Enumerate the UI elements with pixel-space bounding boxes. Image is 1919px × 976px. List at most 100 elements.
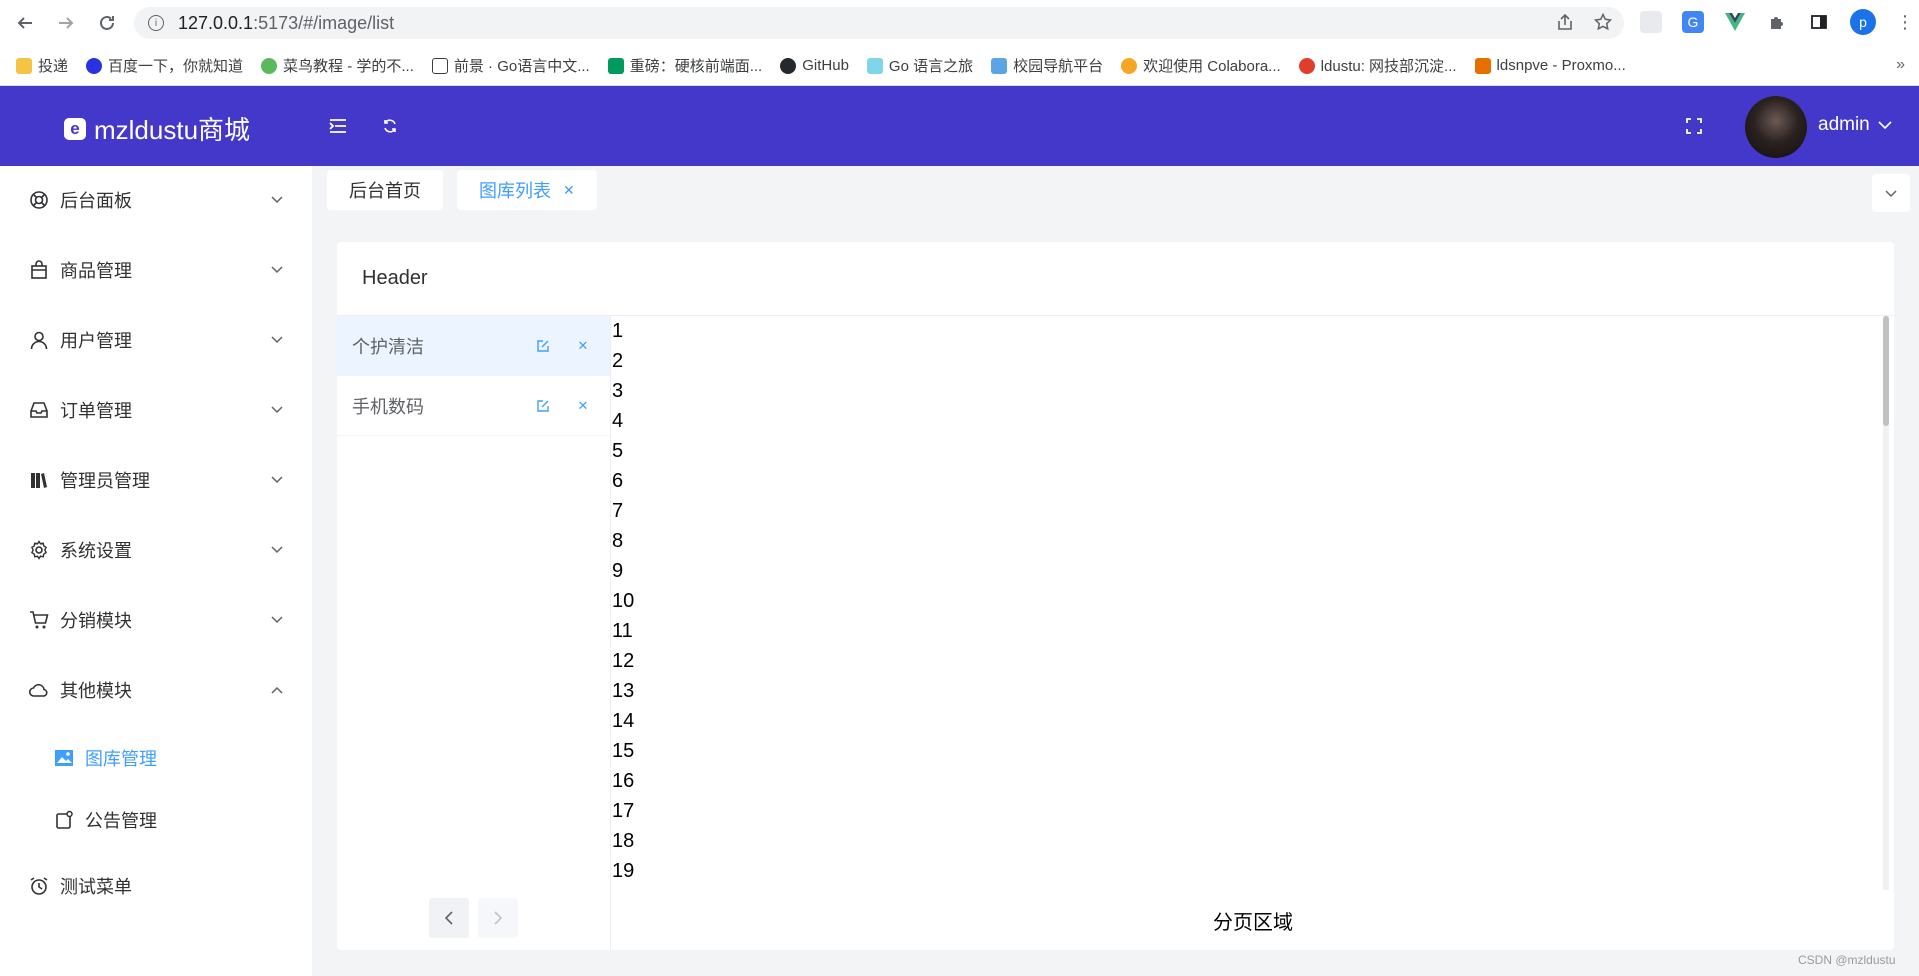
category-label: 手机数码 [352,396,424,417]
share-icon[interactable] [1556,13,1574,31]
shopping-cart-icon [28,609,50,631]
sidebar-subitem-notice[interactable]: 公告管理 [0,792,312,848]
tabs-more-dropdown[interactable] [1872,174,1910,212]
edit-icon[interactable] [535,338,551,354]
bookmark-star-icon[interactable] [1594,13,1612,31]
chevron-down-icon [271,406,283,414]
book-icon [431,57,448,74]
app-header: e mzldustu商城 admin [0,86,1919,166]
sidebar-item-settings[interactable]: 系统设置 [0,522,312,578]
close-icon[interactable]: ✕ [575,398,591,414]
tab-dashboard-home[interactable]: 后台首页 [327,170,443,210]
bookmark-item[interactable]: 菜鸟教程 - 学的不... [261,55,414,76]
bookmark-item[interactable]: 欢迎使用 Colabora... [1121,55,1281,76]
category-item[interactable]: 个护清洁 ✕ [337,316,610,376]
scroll-thumb[interactable] [1883,316,1889,426]
edit-icon[interactable] [535,398,551,414]
sidebar-subitem-gallery[interactable]: 图库管理 [0,730,312,786]
help-buoy-icon [28,189,50,211]
more-bookmarks-icon[interactable]: » [1896,56,1905,74]
extension-blank-icon[interactable] [1640,11,1662,33]
chevron-down-icon [271,196,283,204]
logo-text: mzldustu商城 [94,115,251,145]
sidebar-item-label: 其他模块 [60,681,132,701]
sidebar-item-test[interactable]: 测试菜单 [0,858,312,914]
close-icon[interactable]: ✕ [563,182,575,199]
browser-menu-icon[interactable]: ⋮ [1896,12,1914,33]
vue-devtools-icon[interactable] [1724,11,1746,33]
prev-page-button[interactable] [429,898,469,938]
chevron-down-icon [1878,120,1892,130]
gear-icon [28,539,50,561]
list-item: 14 [612,710,635,732]
category-item[interactable]: 手机数码 ✕ [337,376,610,436]
url-path: :5173/#/image/list [253,12,395,33]
browser-toolbar: i 127.0.0.1:5173/#/image/list G p ⋮ [0,0,1919,46]
next-page-button[interactable] [478,898,518,938]
sidebar-item-distribution[interactable]: 分销模块 [0,592,312,648]
sidebar-item-dashboard[interactable]: 后台面板 [0,172,312,228]
reload-icon[interactable] [94,10,120,36]
chevron-up-icon [271,686,283,694]
list-item: 6 [612,470,624,492]
category-label: 个护清洁 [352,336,424,357]
list-item: 5 [612,440,624,462]
baidu-icon [86,57,103,74]
translate-icon[interactable]: G [1682,11,1704,33]
site-info-icon[interactable]: i [148,15,164,31]
bookmark-item[interactable]: 校园导航平台 [991,55,1103,76]
list-item: 4 [612,410,624,432]
card-header: Header [337,242,1894,316]
github-icon [780,57,797,74]
sidebar-item-label: 管理员管理 [60,471,150,491]
sidebar: 后台面板 商品管理 用户管理 订单管理 管理员管理 系统设置 分销模块 其他模块… [0,166,312,976]
shopping-bag-icon [28,259,50,281]
bookmark-item[interactable]: Go 语言之旅 [866,55,973,76]
sidebar-item-label: 图库管理 [85,749,157,769]
fullscreen-icon[interactable] [1682,114,1706,138]
list-item: 3 [612,380,624,402]
fold-menu-icon[interactable] [326,114,350,138]
pagination-area: 分页区域 [612,890,1894,950]
avatar[interactable] [1745,96,1807,158]
address-bar[interactable]: i 127.0.0.1:5173/#/image/list [134,7,1624,39]
bookmark-item[interactable]: 投递 [16,55,68,76]
app-logo[interactable]: e mzldustu商城 [64,110,250,147]
list-item: 19 [612,860,635,882]
colabora-icon [1121,57,1138,74]
username: admin [1818,114,1870,135]
image-main-area: 1 2 3 4 5 6 7 8 9 10 11 12 13 14 15 16 17 18 19 分页区域 [612,316,1894,950]
card-header-title: Header [362,267,428,289]
scrollbar[interactable] [1883,316,1889,890]
chevron-left-icon [444,911,453,925]
sidebar-item-label: 公告管理 [85,811,157,831]
number-list[interactable]: 1 2 3 4 5 6 7 8 9 10 11 12 13 14 15 16 17 18 19 [612,316,1882,890]
profile-avatar[interactable]: p [1850,9,1876,35]
user-dropdown[interactable]: admin [1818,114,1892,136]
bookmark-item[interactable]: GitHub [780,57,849,74]
campus-nav-icon [991,57,1008,74]
image-list-card: Header 个护清洁 ✕ 手机数码 ✕ 1 2 3 4 5 6 7 8 9 10 11 12 13 14… [337,242,1894,950]
sidebar-item-goods[interactable]: 商品管理 [0,242,312,298]
proxmox-icon [1474,57,1491,74]
bookmark-item[interactable]: ldustu: 网技部沉淀... [1298,55,1457,76]
list-item: 16 [612,770,635,792]
sidebar-item-orders[interactable]: 订单管理 [0,382,312,438]
refresh-icon[interactable] [378,114,402,138]
gopher-icon [866,57,883,74]
list-item: 7 [612,500,624,522]
side-panel-icon[interactable] [1808,11,1830,33]
back-icon[interactable] [12,10,38,36]
bookmark-item[interactable]: 重磅：硬核前端面... [607,55,762,76]
user-icon [28,329,50,351]
tab-image-list[interactable]: 图库列表 ✕ [457,170,597,210]
bookmark-item[interactable]: 前景 · Go语言中文... [431,55,590,76]
close-icon[interactable]: ✕ [575,338,591,354]
sidebar-item-admins[interactable]: 管理员管理 [0,452,312,508]
bookmark-item[interactable]: 百度一下，你就知道 [86,55,243,76]
sidebar-item-other[interactable]: 其他模块 [0,662,312,718]
puzzle-icon[interactable] [1766,11,1788,33]
forward-icon[interactable] [53,10,79,36]
bookmark-item[interactable]: ldsnpve - Proxmo... [1474,57,1626,74]
sidebar-item-users[interactable]: 用户管理 [0,312,312,368]
